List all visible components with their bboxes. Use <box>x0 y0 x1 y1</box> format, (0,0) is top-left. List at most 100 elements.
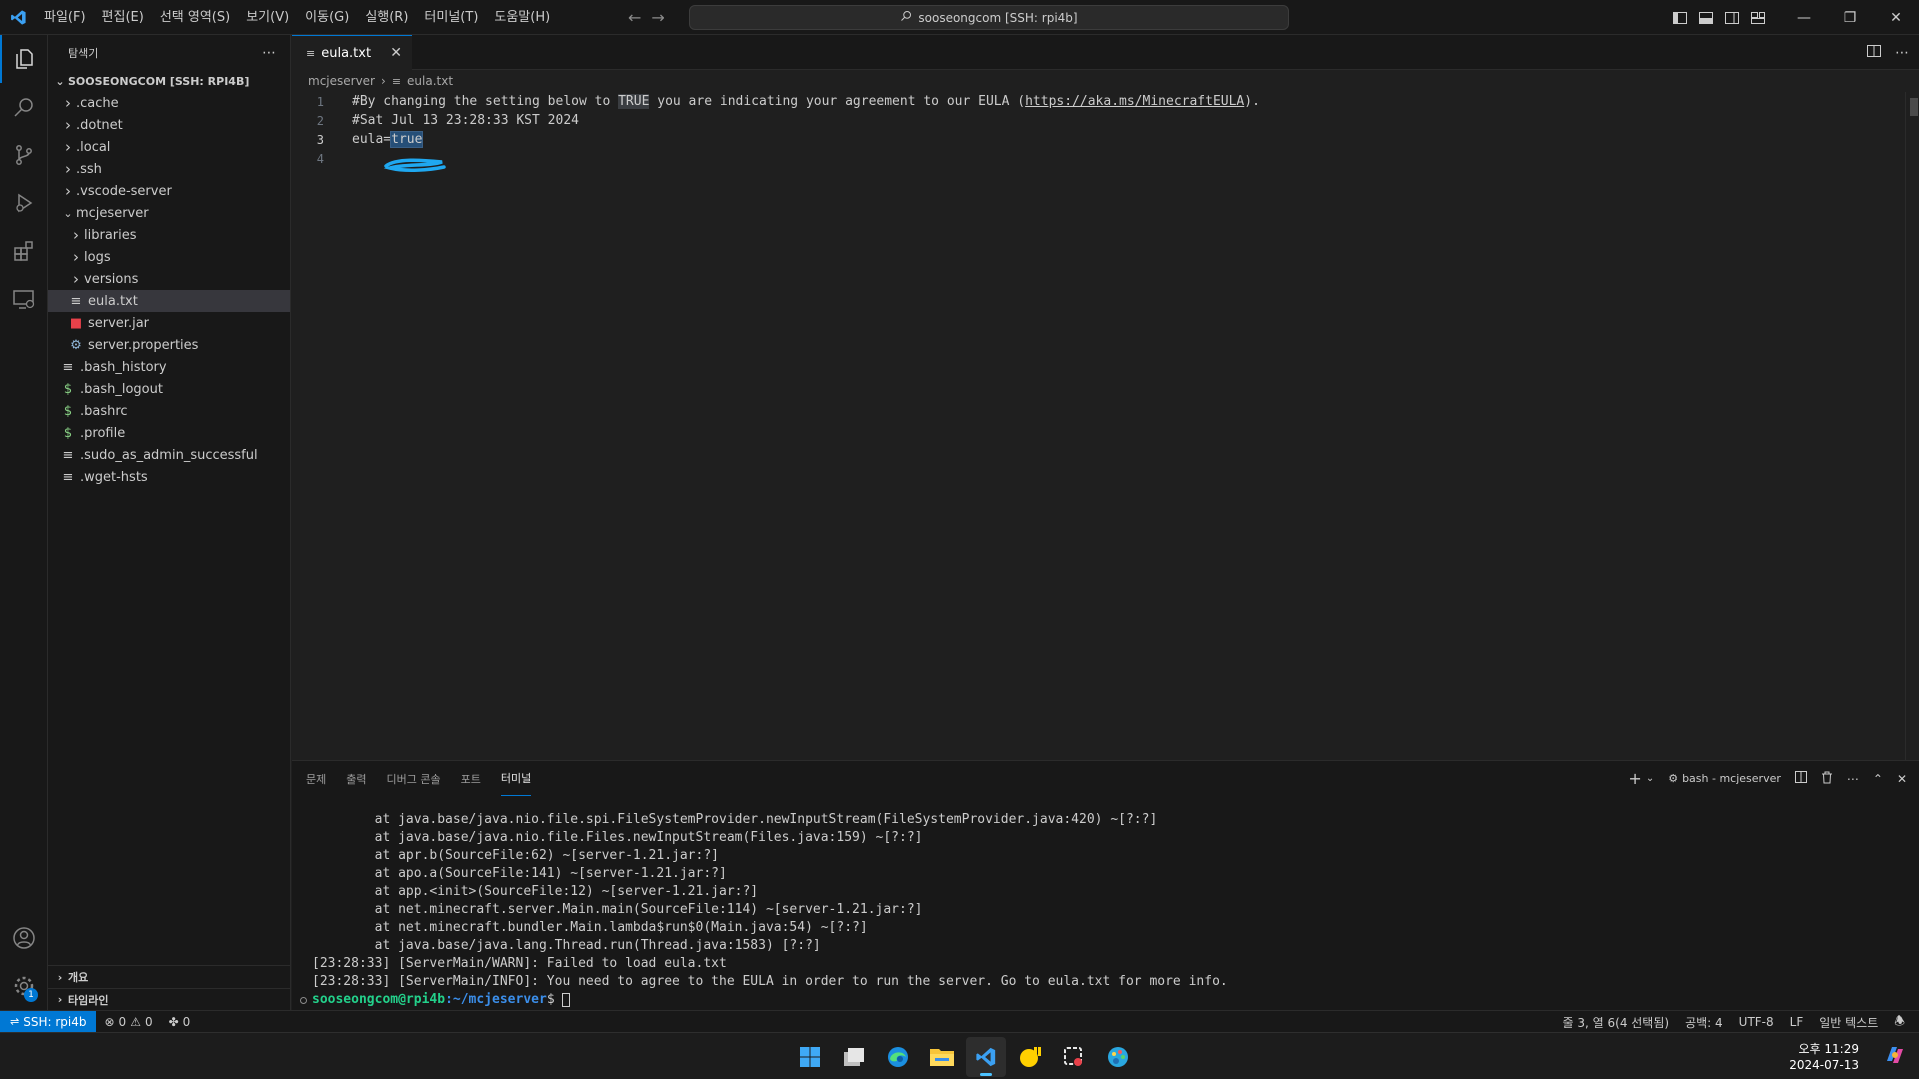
chevron-right-icon: › <box>65 182 71 200</box>
split-editor-icon[interactable] <box>1867 44 1881 61</box>
indentation[interactable]: 공백: 4 <box>1677 1011 1731 1033</box>
notifications-bell-icon[interactable]: 🕭 <box>1886 1011 1913 1033</box>
timeline-section[interactable]: › 타임라인 <box>48 988 291 1010</box>
menu-item[interactable]: 이동(G) <box>297 0 357 35</box>
extensions-icon[interactable] <box>0 227 48 275</box>
toggle-secondary-sidebar-icon[interactable] <box>1719 0 1745 35</box>
menu-item[interactable]: 선택 영역(S) <box>152 0 238 35</box>
tree-item[interactable]: ⚙ server.properties <box>48 334 290 356</box>
tree-item[interactable]: › .cache <box>48 92 290 114</box>
cursor-position[interactable]: 줄 3, 열 6(4 선택됨) <box>1555 1011 1678 1033</box>
tree-item[interactable]: › .dotnet <box>48 114 290 136</box>
source-control-icon[interactable] <box>0 131 48 179</box>
menu-item[interactable]: 터미널(T) <box>416 0 486 35</box>
tree-item[interactable]: ≡ .wget-hsts <box>48 466 290 488</box>
tree-item[interactable]: › libraries <box>48 224 290 246</box>
terminal-line: at net.minecraft.bundler.Main.lambda$run… <box>312 920 868 935</box>
panel-tab[interactable]: 포트 <box>461 761 481 796</box>
new-terminal-icon[interactable]: + <box>1628 769 1641 788</box>
tree-item[interactable]: › .ssh <box>48 158 290 180</box>
line-number: 3 <box>316 132 324 147</box>
tree-item[interactable]: $ .bash_logout <box>48 378 290 400</box>
task-view-icon[interactable] <box>834 1037 874 1077</box>
minimize-icon[interactable]: — <box>1781 0 1827 35</box>
outline-section[interactable]: › 개요 <box>48 966 291 988</box>
menu-item[interactable]: 편집(E) <box>94 0 152 35</box>
breadcrumb-folder[interactable]: mcjeserver <box>308 74 375 88</box>
code-editor[interactable]: 1 #By changing the setting below to TRUE… <box>292 92 1919 172</box>
file-explorer-icon[interactable] <box>922 1037 962 1077</box>
menu-item[interactable]: 실행(R) <box>357 0 416 35</box>
toggle-panel-icon[interactable] <box>1693 0 1719 35</box>
eula-link[interactable]: https://aka.ms/MinecraftEULA <box>1025 94 1244 109</box>
close-tab-icon[interactable]: ✕ <box>390 45 402 61</box>
workspace-root[interactable]: ⌄ SOOSEONGCOM [SSH: RPI4B] <box>48 70 290 92</box>
encoding[interactable]: UTF-8 <box>1731 1011 1782 1033</box>
end-of-line[interactable]: LF <box>1782 1011 1812 1033</box>
paint-icon[interactable] <box>1098 1037 1138 1077</box>
chevron-right-icon: › <box>73 248 79 266</box>
close-window-icon[interactable]: ✕ <box>1873 0 1919 35</box>
maximize-panel-icon[interactable]: ⌃ <box>1873 772 1883 786</box>
ports-count: 0 <box>182 1014 191 1029</box>
back-arrow-icon[interactable]: ← <box>628 8 641 27</box>
search-view-icon[interactable] <box>0 83 48 131</box>
menu-item[interactable]: 도움말(H) <box>486 0 558 35</box>
tree-item[interactable]: › .vscode-server <box>48 180 290 202</box>
accounts-icon[interactable] <box>0 914 48 962</box>
remote-indicator[interactable]: ⇌ SSH: rpi4b <box>0 1010 97 1033</box>
panel-tab[interactable]: 문제 <box>306 761 326 796</box>
run-debug-icon[interactable] <box>0 179 48 227</box>
tab-eula-txt[interactable]: ≡ eula.txt ✕ <box>292 35 412 70</box>
clock-date: 2024-07-13 <box>1789 1058 1859 1072</box>
code-line: 3 eula=true <box>292 130 1919 149</box>
text-file-icon: ≡ <box>391 74 402 88</box>
close-panel-icon[interactable]: ✕ <box>1897 772 1907 786</box>
terminal-instance[interactable]: ⚙ bash - mcjeserver <box>1668 772 1781 785</box>
panel-tab[interactable]: 디버그 콘솔 <box>387 761 441 796</box>
restore-icon[interactable]: ❐ <box>1827 0 1873 35</box>
explorer-icon[interactable] <box>0 35 48 83</box>
system-clock[interactable]: 오후 11:29 2024-07-13 <box>1789 1041 1859 1073</box>
forward-arrow-icon[interactable]: → <box>651 8 664 27</box>
snipping-tool-icon[interactable] <box>1054 1037 1094 1077</box>
tree-item[interactable]: $ .profile <box>48 422 290 444</box>
tree-item[interactable]: › logs <box>48 246 290 268</box>
vscode-taskbar-icon[interactable] <box>966 1037 1006 1077</box>
tree-item[interactable]: ≡ .sudo_as_admin_successful <box>48 444 290 466</box>
kill-terminal-icon[interactable] <box>1821 771 1833 787</box>
remote-explorer-icon[interactable] <box>0 275 48 323</box>
problems-indicator[interactable]: ⊗ 0 ⚠ 0 <box>96 1011 160 1033</box>
editor-more-actions-icon[interactable]: ⋯ <box>1895 45 1909 61</box>
tree-item[interactable]: ■ server.jar <box>48 312 290 334</box>
tree-item[interactable]: $ .bashrc <box>48 400 290 422</box>
ports-indicator[interactable]: ✤ 0 <box>161 1011 199 1033</box>
editor-scrollbar[interactable] <box>1905 92 1919 760</box>
tree-item-label: .dotnet <box>76 117 123 133</box>
tree-item[interactable]: › .local <box>48 136 290 158</box>
panel-tab[interactable]: 출력 <box>346 761 366 796</box>
menu-item[interactable]: 파일(F) <box>36 0 94 35</box>
language-mode[interactable]: 일반 텍스트 <box>1811 1011 1886 1033</box>
edge-browser-icon[interactable] <box>878 1037 918 1077</box>
panel-more-actions-icon[interactable]: ⋯ <box>1847 772 1859 786</box>
menu-bar: 파일(F) 편집(E) 선택 영역(S) 보기(V) 이동(G) 실행(R) 터미널(T) 도… <box>36 0 558 35</box>
customize-layout-icon[interactable] <box>1745 0 1771 35</box>
settings-gear-icon[interactable]: 1 <box>0 962 48 1010</box>
more-actions-icon[interactable]: ⋯ <box>262 45 276 61</box>
tree-item[interactable]: ⌄ mcjeserver <box>48 202 290 224</box>
kakaotalk-icon[interactable] <box>1010 1037 1050 1077</box>
toggle-primary-sidebar-icon[interactable] <box>1667 0 1693 35</box>
windows-start-icon[interactable] <box>790 1037 830 1077</box>
copilot-icon[interactable] <box>1883 1043 1907 1071</box>
terminal-output[interactable]: at java.base/java.nio.file.spi.FileSyste… <box>312 811 1228 1009</box>
chevron-down-icon[interactable]: ⌄ <box>1646 773 1654 784</box>
command-center-search[interactable]: sooseongcom [SSH: rpi4b] <box>689 5 1289 30</box>
tree-item[interactable]: ≡ .bash_history <box>48 356 290 378</box>
menu-item[interactable]: 보기(V) <box>238 0 297 35</box>
breadcrumb-file[interactable]: eula.txt <box>407 74 453 88</box>
tree-item[interactable]: › versions <box>48 268 290 290</box>
split-terminal-icon[interactable] <box>1794 771 1807 786</box>
tree-item[interactable]: ≡ eula.txt <box>48 290 290 312</box>
panel-tab[interactable]: 터미널 <box>500 761 532 796</box>
